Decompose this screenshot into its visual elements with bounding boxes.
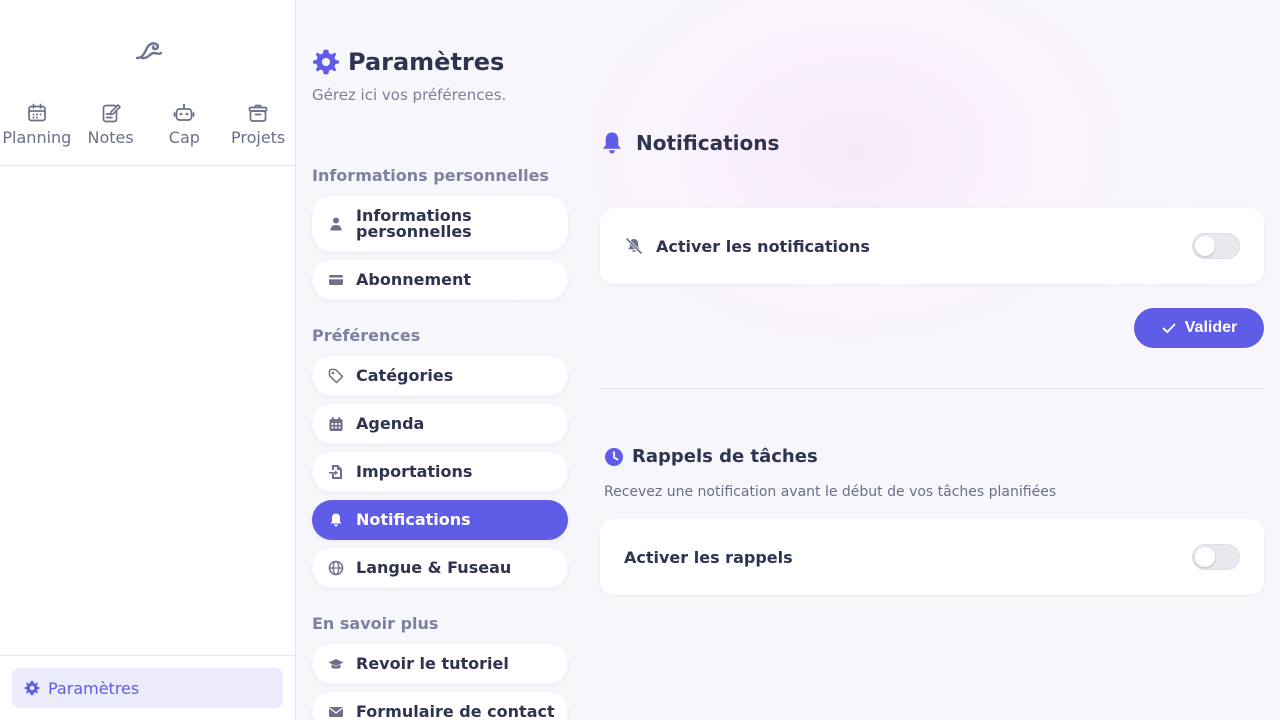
graduation-cap-icon: [328, 659, 344, 669]
bell-icon: [603, 132, 621, 154]
bell-slash-icon: [625, 237, 643, 255]
menu-item-agenda[interactable]: Agenda: [312, 404, 568, 444]
calendar-icon: [28, 103, 46, 122]
menu-item-categories[interactable]: Catégories: [312, 356, 568, 396]
sidebar-settings-label: Paramètres: [48, 678, 140, 698]
credit-card-icon: [329, 275, 343, 285]
gear-icon: [313, 49, 339, 75]
menu-item-notifications[interactable]: Notifications: [312, 500, 568, 540]
reminders-card: Activer les rappels: [600, 519, 1264, 595]
page-title: Paramètres: [312, 48, 504, 76]
app-sidebar: Planning Notes Cap Projets Paramètres: [0, 0, 296, 720]
archive-box-icon: [248, 104, 268, 122]
nav-label: Cap: [168, 128, 200, 147]
nav-item-projets[interactable]: Projets: [221, 100, 295, 165]
nav-item-notes[interactable]: Notes: [74, 100, 148, 165]
menu-item-label: Importations: [356, 462, 473, 481]
bell-icon: [330, 513, 342, 527]
menu-item-label: Formulaire de contact: [356, 702, 555, 720]
nav-label: Projets: [230, 128, 286, 147]
section-label-more: En savoir plus: [312, 614, 439, 633]
menu-item-label: Informations personnelles: [356, 206, 472, 241]
reminders-enable-label: Activer les rappels: [624, 547, 793, 567]
clock-icon: [605, 447, 623, 466]
page-title-text: Paramètres: [348, 48, 505, 76]
notifications-toggle[interactable]: [1192, 233, 1240, 259]
reminders-title: Rappels de tâches: [604, 446, 818, 467]
file-import-icon: [329, 465, 342, 479]
notifications-title-text: Notifications: [636, 131, 780, 155]
top-nav: Planning Notes Cap Projets: [0, 100, 295, 166]
menu-item-langue-fuseau[interactable]: Langue & Fuseau: [312, 548, 568, 588]
nav-item-planning[interactable]: Planning: [0, 100, 74, 165]
reminders-title-text: Rappels de tâches: [632, 446, 818, 467]
page-subtitle: Gérez ici vos préférences.: [312, 86, 507, 104]
nav-label: Notes: [87, 128, 134, 147]
calendar-grid-icon: [329, 417, 343, 431]
notifications-title: Notifications: [600, 130, 779, 156]
gear-icon: [24, 681, 40, 695]
section-label-personal: Informations personnelles: [312, 166, 549, 185]
sidebar-settings-link[interactable]: Paramètres: [12, 668, 283, 708]
note-edit-icon: [102, 104, 121, 123]
menu-item-contact[interactable]: Formulaire de contact: [312, 692, 568, 720]
menu-item-label: Langue & Fuseau: [356, 558, 512, 577]
menu-item-tutoriel[interactable]: Revoir le tutoriel: [312, 644, 568, 684]
section-label-preferences: Préférences: [312, 326, 421, 345]
menu-item-label: Notifications: [356, 510, 471, 529]
menu-item-label: Catégories: [356, 366, 454, 385]
robot-icon: [174, 103, 195, 121]
validate-button[interactable]: Valider: [1134, 308, 1264, 348]
check-icon: [1162, 323, 1176, 333]
notifications-enable-label: Activer les notifications: [656, 236, 870, 256]
section-divider: [600, 388, 1264, 389]
wave-logo-icon: [135, 42, 163, 60]
menu-item-personal-info[interactable]: Informations personnelles: [312, 196, 568, 252]
menu-item-label: Revoir le tutoriel: [356, 654, 509, 673]
settings-main: Paramètres Gérez ici vos préférences. In…: [296, 0, 1280, 720]
user-icon: [330, 217, 342, 231]
notifications-card: Activer les notifications: [600, 208, 1264, 284]
menu-item-importations[interactable]: Importations: [312, 452, 568, 492]
tag-icon: [328, 368, 344, 384]
menu-item-abonnement[interactable]: Abonnement: [312, 260, 568, 300]
nav-label: Planning: [2, 128, 72, 147]
reminders-description: Recevez une notification avant le début …: [604, 484, 1057, 500]
globe-icon: [328, 560, 344, 576]
menu-item-label: Agenda: [356, 414, 425, 433]
validate-button-label: Valider: [1184, 319, 1238, 336]
reminders-toggle[interactable]: [1192, 544, 1240, 570]
envelope-icon: [329, 707, 343, 717]
nav-item-cap[interactable]: Cap: [148, 100, 222, 165]
menu-item-label: Abonnement: [356, 270, 472, 289]
